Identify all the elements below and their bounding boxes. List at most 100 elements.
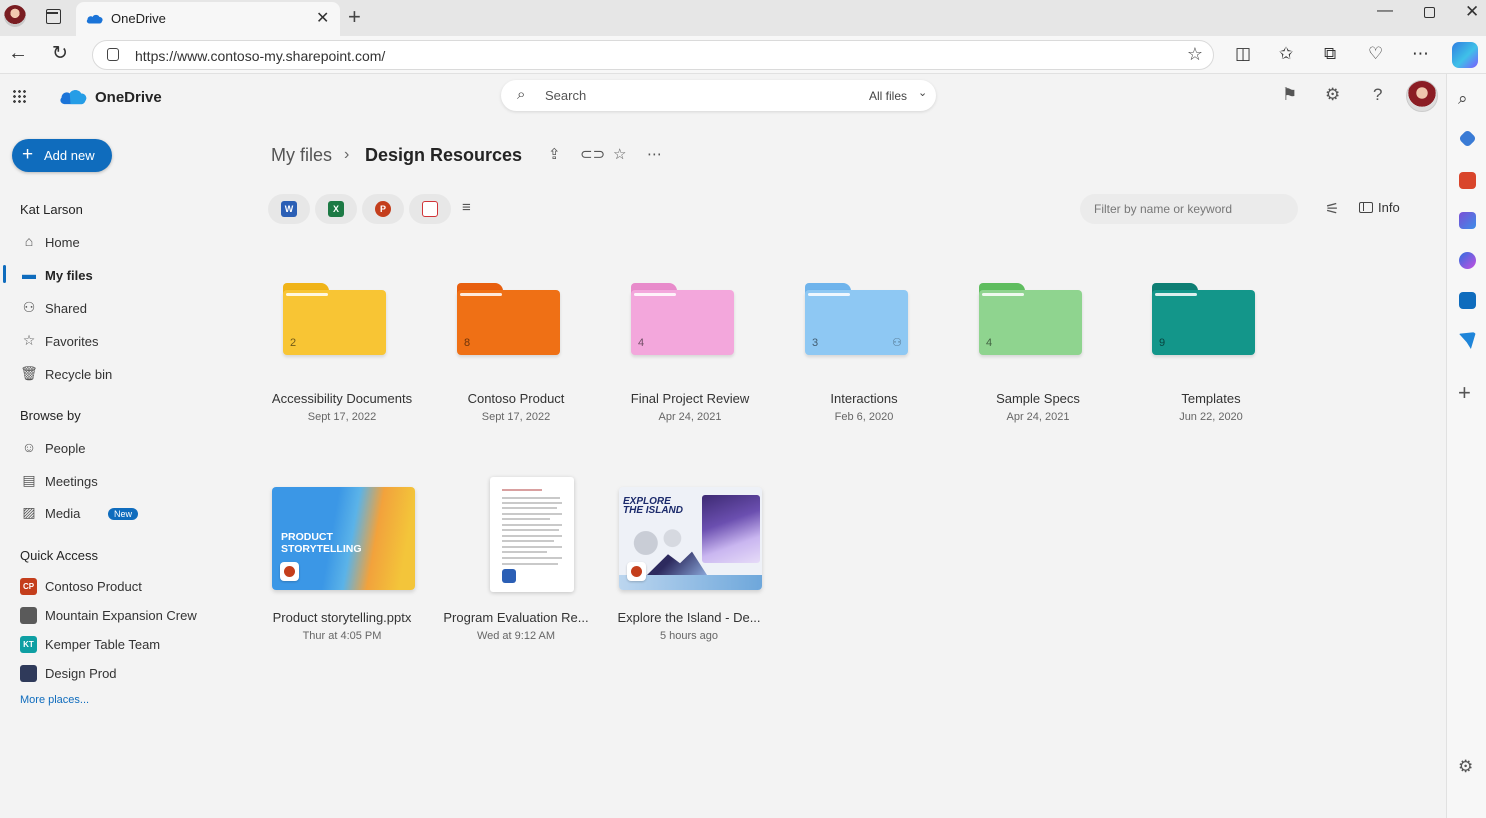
browser-profile-avatar[interactable] (4, 5, 26, 27)
search-input[interactable]: Search (545, 88, 586, 103)
file-tile[interactable]: PRODUCT STORYTELLING Product storytelling… (262, 477, 422, 657)
microsoft-365-icon[interactable] (1459, 252, 1476, 269)
file-name[interactable]: Program Evaluation Re... (436, 610, 596, 625)
favorite-star-icon[interactable]: ☆ (613, 145, 626, 163)
onedrive-cloud-icon (86, 14, 103, 24)
folder-name[interactable]: Templates (1131, 391, 1291, 406)
collections-icon[interactable]: ⧉ (1324, 44, 1336, 64)
folder-name[interactable]: Sample Specs (958, 391, 1118, 406)
quick-access-label: Mountain Expansion Crew (45, 608, 197, 623)
folder-tile[interactable]: 2 Accessibility Documents Sept 17, 2022 (262, 273, 422, 443)
folder-name[interactable]: Accessibility Documents (262, 391, 422, 406)
share-icon[interactable]: ⇪ (548, 145, 561, 163)
feedback-flag-icon[interactable]: ⚑ (1282, 85, 1297, 105)
file-name[interactable]: Product storytelling.pptx (262, 610, 422, 625)
filter-pdf-button[interactable] (409, 194, 451, 224)
add-new-label: Add new (44, 148, 95, 163)
file-thumbnail: EXPLORE THE ISLAND (619, 487, 762, 590)
more-options-icon[interactable]: ⋯ (647, 145, 662, 163)
sidebar-item-home[interactable]: ⌂ Home (20, 233, 220, 255)
quick-access-item-contoso-product[interactable]: CP Contoso Product (20, 577, 220, 599)
folder-tile[interactable]: 9 Templates Jun 22, 2020 (1131, 273, 1291, 443)
window-close-icon[interactable]: ✕ (1465, 2, 1479, 22)
sidebar-settings-gear-icon[interactable]: ⚙ (1458, 757, 1473, 777)
powerpoint-icon (627, 562, 646, 581)
sidebar-item-my-files[interactable]: ▬ My files (20, 266, 220, 288)
user-avatar[interactable] (1406, 80, 1438, 112)
browse-by-heading: Browse by (20, 408, 81, 423)
info-button[interactable]: Info (1359, 200, 1400, 215)
more-places-link[interactable]: More places... (20, 694, 89, 706)
file-thumbnail (490, 477, 574, 592)
window-restore-icon[interactable] (1424, 7, 1435, 18)
browser-essentials-icon[interactable]: ♡ (1368, 44, 1383, 64)
reload-icon[interactable]: ↻ (52, 42, 68, 65)
games-icon[interactable] (1459, 212, 1476, 229)
tools-briefcase-icon[interactable] (1459, 172, 1476, 189)
sidebar-item-label: Shared (45, 301, 87, 316)
window-minimize-icon[interactable]: — (1377, 2, 1393, 20)
split-screen-icon[interactable]: ◫ (1235, 44, 1251, 64)
sidebar-search-icon[interactable]: ⌕ (1458, 89, 1468, 109)
app-launcher-icon[interactable] (12, 89, 26, 103)
keyword-filter-input[interactable] (1080, 194, 1298, 224)
sidebar-item-media[interactable]: ▨ Media New (20, 504, 220, 526)
gear-icon[interactable]: ⚙ (1325, 85, 1340, 105)
tab-actions-icon[interactable] (46, 9, 61, 24)
folder-name[interactable]: Interactions (784, 391, 944, 406)
sidebar-item-meetings[interactable]: ▤ Meetings (20, 472, 220, 494)
file-name[interactable]: Explore the Island - De... (609, 610, 769, 625)
selected-nav-indicator (3, 265, 6, 283)
browser-tab-onedrive[interactable]: OneDrive ✕ (76, 2, 340, 36)
app-brand[interactable]: OneDrive (95, 89, 162, 106)
quick-access-item-design-prod[interactable]: Design Prod (20, 664, 220, 686)
add-new-button[interactable]: + Add new (12, 139, 112, 172)
add-sidebar-app-icon[interactable]: + (1458, 380, 1471, 406)
shopping-tag-icon[interactable] (1458, 129, 1477, 148)
folder-name[interactable]: Final Project Review (610, 391, 770, 406)
filter-excel-button[interactable]: X (315, 194, 357, 224)
sidebar-item-recycle-bin[interactable]: 🗑 Recycle bin (20, 365, 220, 387)
search-scope-dropdown[interactable]: All files (869, 89, 907, 103)
new-tab-icon[interactable]: + (348, 4, 361, 30)
browser-toolbar: ← ↻ https://www.contoso-my.sharepoint.co… (0, 36, 1486, 74)
word-icon: W (281, 201, 297, 217)
search-box[interactable]: ⌕ Search All files ⌄ (501, 80, 936, 111)
home-icon: ⌂ (24, 233, 34, 249)
sidebar-item-shared[interactable]: ⚇ Shared (20, 299, 220, 321)
site-icon (20, 665, 37, 682)
chevron-down-icon[interactable]: ⌄ (918, 86, 927, 99)
back-arrow-icon[interactable]: ← (8, 42, 28, 65)
filter-lines-icon[interactable]: ≡ (462, 199, 471, 216)
settings-more-icon[interactable]: ⋯ (1412, 44, 1429, 64)
filter-powerpoint-button[interactable]: P (362, 194, 404, 224)
breadcrumb-my-files[interactable]: My files (271, 145, 332, 166)
tab-close-icon[interactable]: ✕ (316, 8, 329, 28)
url-text[interactable]: https://www.contoso-my.sharepoint.com/ (135, 48, 385, 64)
address-bar[interactable]: https://www.contoso-my.sharepoint.com/ ☆ (92, 40, 1214, 70)
folder-name[interactable]: Contoso Product (436, 391, 596, 406)
sidebar-item-favorites[interactable]: ☆ Favorites (20, 332, 220, 354)
site-info-icon[interactable] (107, 48, 119, 61)
send-drop-icon[interactable] (1459, 332, 1476, 349)
copy-link-icon[interactable]: ⊂⊃ (580, 145, 605, 163)
copilot-icon[interactable] (1452, 42, 1478, 68)
view-options-icon[interactable]: ⚟ (1325, 199, 1339, 219)
quick-access-item-kemper-table-team[interactable]: KT Kemper Table Team (20, 635, 220, 657)
sidebar-item-people[interactable]: ☺ People (20, 439, 220, 461)
folder-tile[interactable]: 8 Contoso Product Sept 17, 2022 (436, 273, 596, 443)
folder-tile[interactable]: 4 Final Project Review Apr 24, 2021 (610, 273, 770, 443)
quick-access-label: Contoso Product (45, 579, 142, 594)
folder-tile[interactable]: 4 Sample Specs Apr 24, 2021 (958, 273, 1118, 443)
favorites-icon[interactable]: ✩ (1279, 44, 1293, 64)
calendar-icon: ▤ (22, 472, 36, 488)
folder-tile[interactable]: 3 ⚇ Interactions Feb 6, 2020 (784, 273, 944, 443)
help-icon[interactable]: ? (1373, 85, 1382, 105)
favorite-star-icon[interactable]: ☆ (1187, 44, 1203, 65)
folder-item-count: 2 (290, 337, 297, 349)
file-tile[interactable]: EXPLORE THE ISLAND Explore the Island - D… (609, 477, 769, 657)
quick-access-item-mountain-expansion-crew[interactable]: Mountain Expansion Crew (20, 606, 220, 628)
outlook-icon[interactable] (1459, 292, 1476, 309)
file-tile[interactable]: Program Evaluation Re... Wed at 9:12 AM (436, 477, 596, 657)
filter-word-button[interactable]: W (268, 194, 310, 224)
